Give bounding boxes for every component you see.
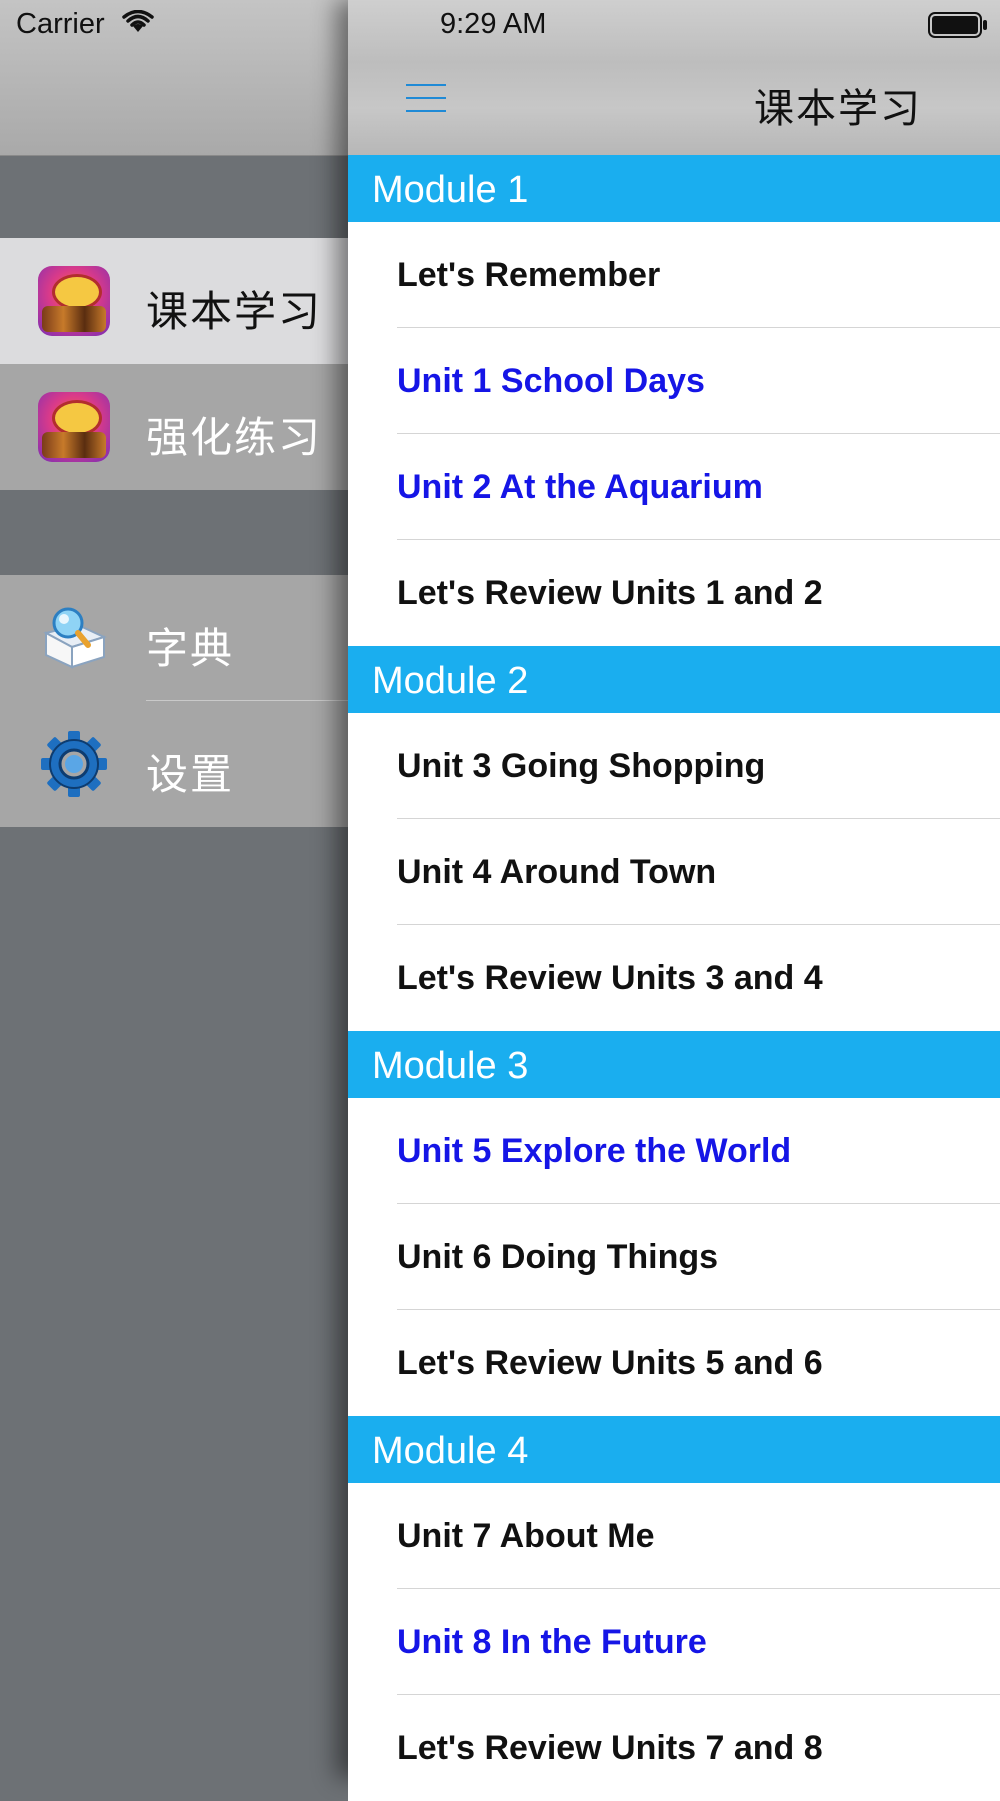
menu-item-settings[interactable]: 设置 bbox=[0, 701, 360, 827]
side-menu: 课本学习 强化练习 字典 设置 bbox=[0, 0, 360, 1778]
dictionary-icon bbox=[43, 607, 107, 669]
list-item[interactable]: Unit 1 School Days bbox=[348, 328, 1000, 434]
carrier-label: Carrier bbox=[16, 8, 105, 40]
list-item[interactable]: Unit 5 Explore the World bbox=[348, 1098, 1000, 1204]
menu-item-label: 字典 bbox=[146, 624, 235, 673]
list-item[interactable]: Let's Review Units 7 and 8 bbox=[348, 1695, 1000, 1801]
section-header: Module 4 bbox=[348, 1416, 1000, 1483]
status-bar: Carrier 9:29 AM bbox=[0, 0, 1000, 50]
menu-item-dictionary[interactable]: 字典 bbox=[0, 575, 360, 701]
list-item-label: Let's Review Units 1 and 2 bbox=[397, 574, 823, 612]
section-header-label: Module 3 bbox=[372, 1045, 529, 1087]
list-item[interactable]: Unit 3 Going Shopping bbox=[348, 713, 1000, 819]
status-time: 9:29 AM bbox=[440, 8, 547, 40]
main-panel: 课本学习 Module 1 Let's Remember Unit 1 School… bbox=[348, 0, 1000, 1801]
list-item-label: Unit 7 About Me bbox=[397, 1517, 655, 1555]
lesson-list[interactable]: Module 1 Let's Remember Unit 1 School Days… bbox=[348, 155, 1000, 1801]
section-header: Module 3 bbox=[348, 1031, 1000, 1098]
menu-group-study: 课本学习 强化练习 bbox=[0, 238, 360, 490]
battery-icon bbox=[928, 12, 987, 38]
page-title: 课本学习 bbox=[754, 86, 922, 132]
menu-item-label: 课本学习 bbox=[146, 287, 323, 336]
list-item[interactable]: Let's Review Units 1 and 2 bbox=[348, 540, 1000, 646]
section-header: Module 2 bbox=[348, 646, 1000, 713]
gear-icon bbox=[41, 731, 107, 797]
list-item[interactable]: Unit 6 Doing Things bbox=[348, 1204, 1000, 1310]
list-item-label: Unit 6 Doing Things bbox=[397, 1238, 719, 1276]
app-icon bbox=[38, 392, 110, 462]
list-item-label: Unit 4 Around Town bbox=[397, 853, 717, 891]
list-item[interactable]: Let's Remember bbox=[348, 222, 1000, 328]
list-item[interactable]: Let's Review Units 3 and 4 bbox=[348, 925, 1000, 1031]
list-item-label: Let's Review Units 3 and 4 bbox=[397, 959, 823, 997]
app-icon bbox=[38, 266, 110, 336]
hamburger-menu-icon[interactable] bbox=[406, 80, 448, 116]
menu-item-practice[interactable]: 强化练习 bbox=[0, 364, 360, 490]
list-item[interactable]: Let's Review Units 5 and 6 bbox=[348, 1310, 1000, 1416]
section-header-label: Module 2 bbox=[372, 660, 529, 702]
list-item[interactable]: Unit 2 At the Aquarium bbox=[348, 434, 1000, 540]
section-header: Module 1 bbox=[348, 155, 1000, 222]
list-item-label: Let's Review Units 5 and 6 bbox=[397, 1344, 823, 1382]
list-item-label: Let's Review Units 7 and 8 bbox=[397, 1729, 823, 1767]
section-header-label: Module 4 bbox=[372, 1430, 529, 1472]
section-header-label: Module 1 bbox=[372, 169, 529, 211]
menu-item-textbook[interactable]: 课本学习 bbox=[0, 238, 360, 364]
list-item[interactable]: Unit 8 In the Future bbox=[348, 1589, 1000, 1695]
list-item-label: Unit 2 At the Aquarium bbox=[397, 468, 763, 506]
menu-item-label: 强化练习 bbox=[146, 413, 323, 462]
list-item-label: Unit 5 Explore the World bbox=[397, 1132, 792, 1170]
menu-item-label: 设置 bbox=[146, 750, 235, 799]
list-item[interactable]: Unit 7 About Me bbox=[348, 1483, 1000, 1589]
list-item-label: Unit 1 School Days bbox=[397, 362, 705, 400]
list-item-label: Let's Remember bbox=[397, 256, 661, 294]
list-item-label: Unit 8 In the Future bbox=[397, 1623, 707, 1661]
list-item[interactable]: Unit 4 Around Town bbox=[348, 819, 1000, 925]
wifi-icon bbox=[122, 10, 154, 32]
menu-group-tools: 字典 设置 bbox=[0, 575, 360, 827]
list-item-label: Unit 3 Going Shopping bbox=[397, 747, 766, 785]
